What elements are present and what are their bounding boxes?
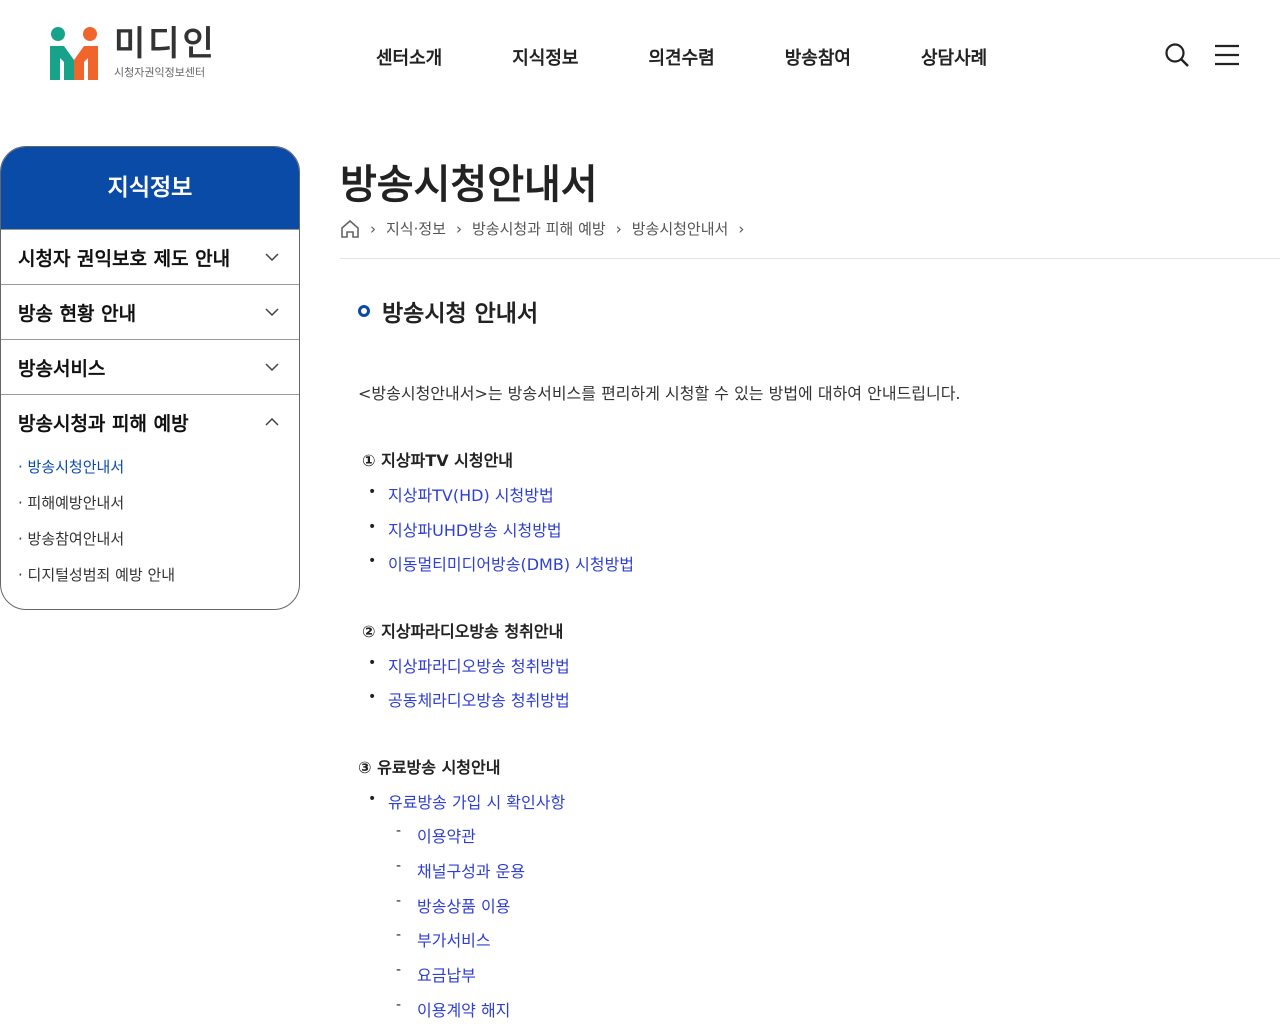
breadcrumb: › 지식·정보 › 방송시청과 피해 예방 › 방송시청안내서 › <box>340 218 744 239</box>
link[interactable]: 지상파라디오방송 청취방법 <box>388 653 570 677</box>
sidebar-item[interactable]: 방송시청과 피해 예방 <box>1 394 299 449</box>
sidebar-sub-item[interactable]: · 방송참여안내서 <box>1 521 299 557</box>
sub-link[interactable]: 채널구성과 운용 <box>417 858 525 882</box>
sidebar-item-label: 시청자 권익보호 제도 안내 <box>18 247 231 270</box>
link[interactable]: 이동멀티미디어방송(DMB) 시청방법 <box>388 551 634 575</box>
sub-link[interactable]: 부가서비스 <box>417 927 491 951</box>
logo-icon <box>50 27 98 80</box>
logo-subtitle: 시청자권익정보센터 <box>114 66 206 79</box>
section-title: 방송시청 안내서 <box>382 301 539 327</box>
bullet: • <box>368 655 377 671</box>
dash: - <box>396 962 402 978</box>
sidebar-item-label: 방송시청과 피해 예방 <box>18 412 189 435</box>
link[interactable]: 지상파TV(HD) 시청방법 <box>388 482 554 506</box>
intro-text: <방송시청안내서>는 방송서비스를 편리하게 시청할 수 있는 방법에 대하여 … <box>358 384 961 403</box>
breadcrumb-item[interactable]: 방송시청안내서 <box>632 218 729 239</box>
link[interactable]: 지상파UHD방송 시청방법 <box>388 517 562 541</box>
chevron-down-icon <box>265 308 279 316</box>
dash: - <box>396 927 402 943</box>
home-icon[interactable] <box>340 219 360 239</box>
nav-item[interactable]: 상담사례 <box>921 44 987 70</box>
bullet: • <box>368 519 377 535</box>
chevron-right-icon: › <box>370 219 376 238</box>
logo-name: 미디인 <box>114 24 217 64</box>
chevron-right-icon: › <box>455 219 462 238</box>
group-title: ③ 유료방송 시청안내 <box>358 758 501 777</box>
bullet-ring-icon <box>358 305 370 317</box>
page-title: 방송시청안내서 <box>340 162 598 208</box>
chevron-right-icon: › <box>615 219 622 238</box>
sidebar-sub-item-active[interactable]: · 방송시청안내서 <box>1 449 299 485</box>
sidebar-item[interactable]: 방송 현황 안내 <box>1 284 299 339</box>
bullet: • <box>368 484 377 500</box>
sidebar-sub-item[interactable]: · 피해예방안내서 <box>1 485 299 521</box>
breadcrumb-item[interactable]: 지식·정보 <box>386 218 446 239</box>
bullet: • <box>368 553 377 569</box>
dash: - <box>396 823 402 839</box>
breadcrumb-item[interactable]: 방송시청과 피해 예방 <box>472 218 606 239</box>
dash: - <box>396 997 402 1013</box>
sub-link[interactable]: 요금납부 <box>417 962 476 986</box>
dash: - <box>396 858 402 874</box>
nav-item[interactable]: 지식정보 <box>512 44 578 70</box>
chevron-down-icon <box>265 363 279 371</box>
nav-item[interactable]: 의견수렴 <box>649 44 715 70</box>
sidebar: 지식정보 시청자 권익보호 제도 안내 방송 현황 안내 방송서비스 방송시청과… <box>0 146 300 610</box>
bullet: • <box>368 791 377 807</box>
sidebar-item-label: 방송서비스 <box>18 357 106 380</box>
bullet: • <box>368 689 377 705</box>
sub-link[interactable]: 이용약관 <box>417 823 476 847</box>
main-nav: 센터소개 지식정보 의견수렴 방송참여 상담사례 <box>376 44 987 70</box>
link[interactable]: 공동체라디오방송 청취방법 <box>388 687 570 711</box>
sidebar-item-label: 방송 현황 안내 <box>18 302 137 325</box>
chevron-down-icon <box>265 253 279 261</box>
dash: - <box>396 893 402 909</box>
group-title: ① 지상파TV 시청안내 <box>362 451 514 470</box>
sidebar-item[interactable]: 방송서비스 <box>1 339 299 394</box>
chevron-right-icon: › <box>738 219 745 238</box>
group-title: ② 지상파라디오방송 청취안내 <box>362 622 564 641</box>
search-icon[interactable] <box>1164 42 1190 68</box>
sidebar-item[interactable]: 시청자 권익보호 제도 안내 <box>1 229 299 284</box>
logo[interactable]: 미디인시청자권익정보센터 <box>48 26 217 80</box>
menu-icon[interactable] <box>1214 42 1240 68</box>
nav-item[interactable]: 센터소개 <box>376 44 442 70</box>
sub-link[interactable]: 방송상품 이용 <box>417 893 510 917</box>
sidebar-title: 지식정보 <box>1 147 299 229</box>
sidebar-sub-item[interactable]: · 디지털성범죄 예방 안내 <box>1 557 299 593</box>
sub-link[interactable]: 이용계약 해지 <box>417 997 510 1021</box>
link[interactable]: 유료방송 가입 시 확인사항 <box>388 789 565 813</box>
nav-item[interactable]: 방송참여 <box>785 44 851 70</box>
divider <box>340 258 1280 259</box>
chevron-up-icon <box>265 418 279 426</box>
